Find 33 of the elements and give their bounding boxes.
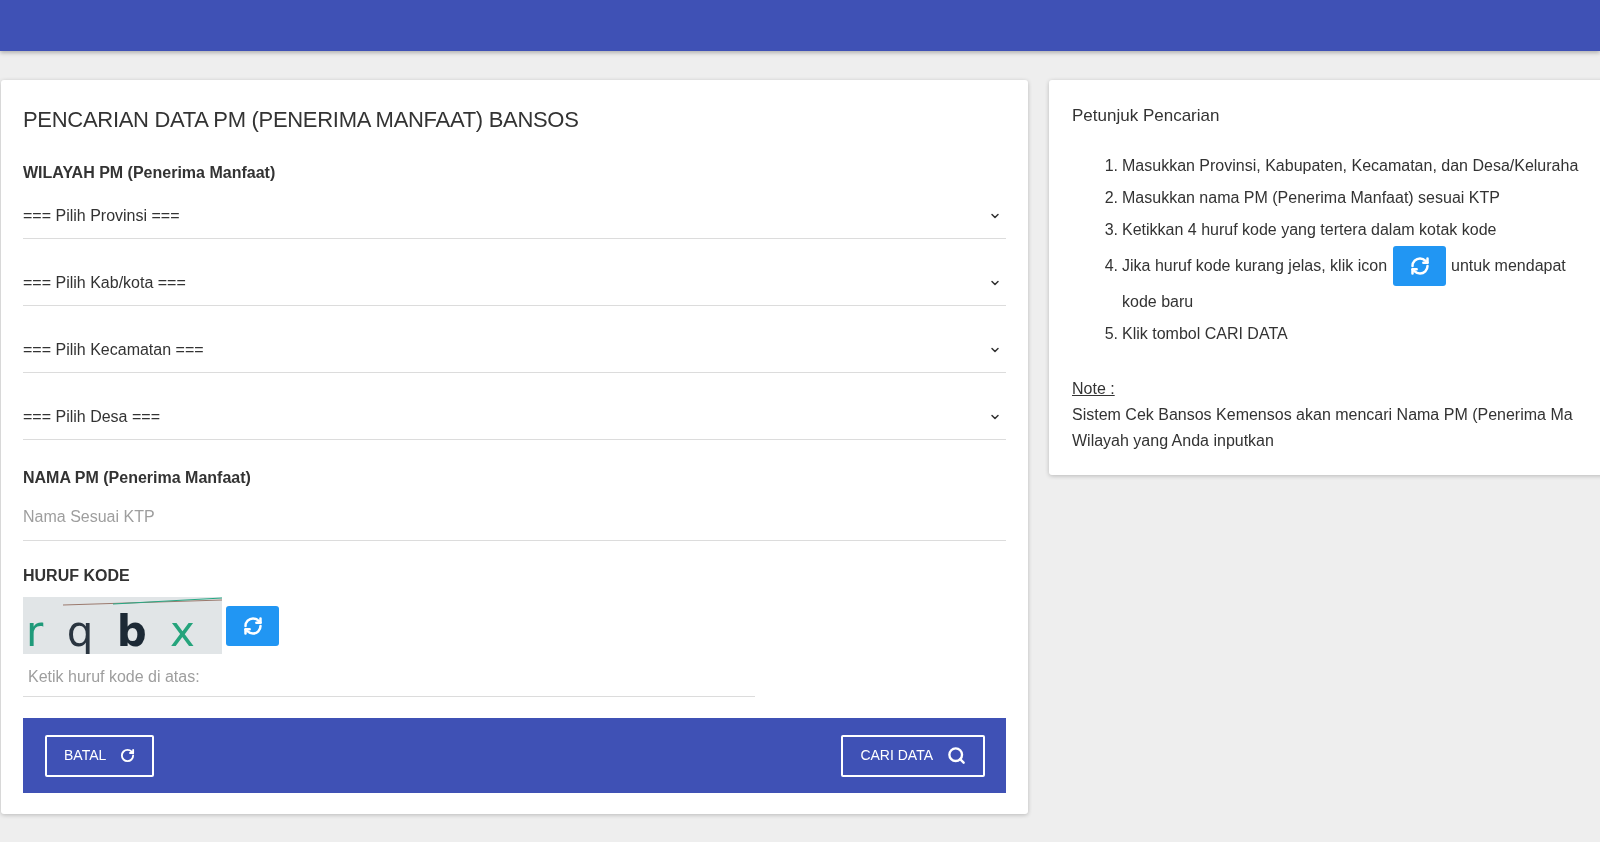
step-text: Klik tombol CARI DATA	[1122, 324, 1288, 344]
note-text: Sistem Cek Bansos Kemensos akan mencari Nama PM (Penerima Ma	[1072, 405, 1573, 425]
captcha-input[interactable]: Ketik huruf kode di atas:	[23, 660, 755, 697]
step-number: 4.	[1103, 256, 1118, 276]
province-select[interactable]: === Pilih Provinsi ===	[23, 197, 1006, 239]
step-number: 5.	[1103, 324, 1118, 344]
refresh-icon	[1393, 246, 1447, 286]
refresh-captcha-button[interactable]	[226, 605, 279, 646]
step-text: kode baru	[1122, 292, 1194, 312]
refresh-icon	[242, 615, 263, 636]
step-text: Jika huruf kode kurang jelas, klik icon	[1122, 256, 1388, 276]
step-number: 2.	[1103, 188, 1118, 208]
name-label: NAMA PM (Penerima Manfaat)	[23, 468, 252, 488]
regency-select[interactable]: === Pilih Kab/kota ===	[23, 264, 1006, 306]
step-text: Masukkan nama PM (Penerima Manfaat) sesuai KTP	[1122, 188, 1500, 208]
name-input[interactable]: Nama Sesuai KTP	[23, 498, 1006, 541]
search-icon	[947, 746, 966, 765]
district-select[interactable]: === Pilih Kecamatan ===	[23, 331, 1006, 373]
form-title: PENCARIAN DATA PM (PENERIMA MANFAAT) BANSOS	[23, 106, 580, 134]
step-text: Ketikkan 4 huruf kode yang tertera dalam kotak kode	[1122, 220, 1497, 240]
step-text: untuk mendapat	[1451, 256, 1566, 276]
guide-title: Petunjuk Pencarian	[1072, 105, 1221, 127]
step-number: 3.	[1103, 220, 1118, 240]
note-text: Wilayah yang Anda inputkan	[1072, 431, 1274, 451]
note-label: Note :	[1072, 379, 1115, 399]
circular-arrow-icon	[120, 748, 136, 763]
step-number: 1.	[1103, 156, 1118, 176]
cancel-button[interactable]: BATAL	[45, 734, 155, 777]
step-text: Masukkan Provinsi, Kabupaten, Kecamatan, dan Desa/Keluraha	[1122, 156, 1579, 176]
search-button[interactable]: CARI DATA	[841, 734, 985, 777]
village-select[interactable]: === Pilih Desa ===	[23, 398, 1006, 440]
region-label: WILAYAH PM (Penerima Manfaat)	[23, 163, 277, 183]
code-label: HURUF KODE	[23, 566, 131, 586]
